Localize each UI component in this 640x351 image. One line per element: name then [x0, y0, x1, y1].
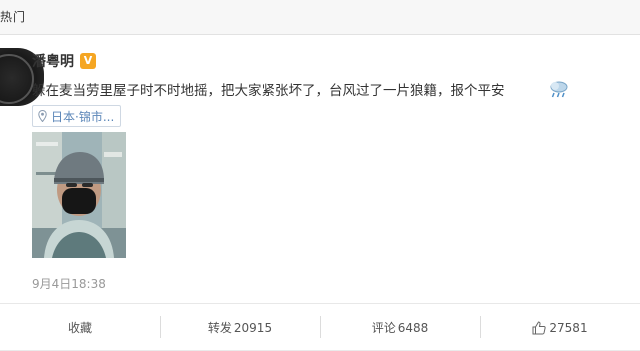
- location-pin-icon: [38, 110, 47, 122]
- avatar-ring: [0, 54, 34, 104]
- cloud-rain-icon: [550, 81, 568, 98]
- post-photo[interactable]: [32, 132, 126, 258]
- tab-hot[interactable]: 热门: [0, 8, 26, 25]
- comment-count: 6488: [397, 320, 429, 335]
- top-tab-bar: 热门: [0, 0, 640, 35]
- repost-button[interactable]: 转发 20915: [160, 304, 320, 351]
- post-username[interactable]: 潘粤明: [32, 51, 74, 71]
- post-action-bar: 收藏 转发 20915 评论 6488 27581: [0, 303, 640, 351]
- location-tag[interactable]: 日本·锦市...: [32, 105, 122, 127]
- location-label: 日本·锦市...: [51, 109, 115, 124]
- selfie-photo-image: [32, 132, 126, 258]
- repost-label: 转发: [207, 321, 232, 335]
- post-text: 躲在麦当劳里屋子时不时地摇，把大家紧张坏了，台风过了一片狼籍，报个平安: [32, 83, 505, 99]
- verified-badge-icon: V: [80, 53, 96, 69]
- like-count: 27581: [549, 320, 588, 335]
- thumbs-up-icon: [532, 320, 547, 334]
- repost-count: 20915: [233, 320, 273, 335]
- weibo-post-card: 潘粤明 V 躲在麦当劳里屋子时不时地摇，把大家紧张坏了，台风过了一片狼籍，报个平…: [0, 35, 640, 350]
- comment-label: 评论: [371, 321, 396, 335]
- like-button[interactable]: 27581: [480, 304, 640, 351]
- post-timestamp[interactable]: 9月4日18:38: [32, 275, 106, 292]
- favorite-label: 收藏: [67, 321, 92, 335]
- comment-button[interactable]: 评论 6488: [320, 304, 480, 351]
- favorite-button[interactable]: 收藏: [0, 304, 160, 351]
